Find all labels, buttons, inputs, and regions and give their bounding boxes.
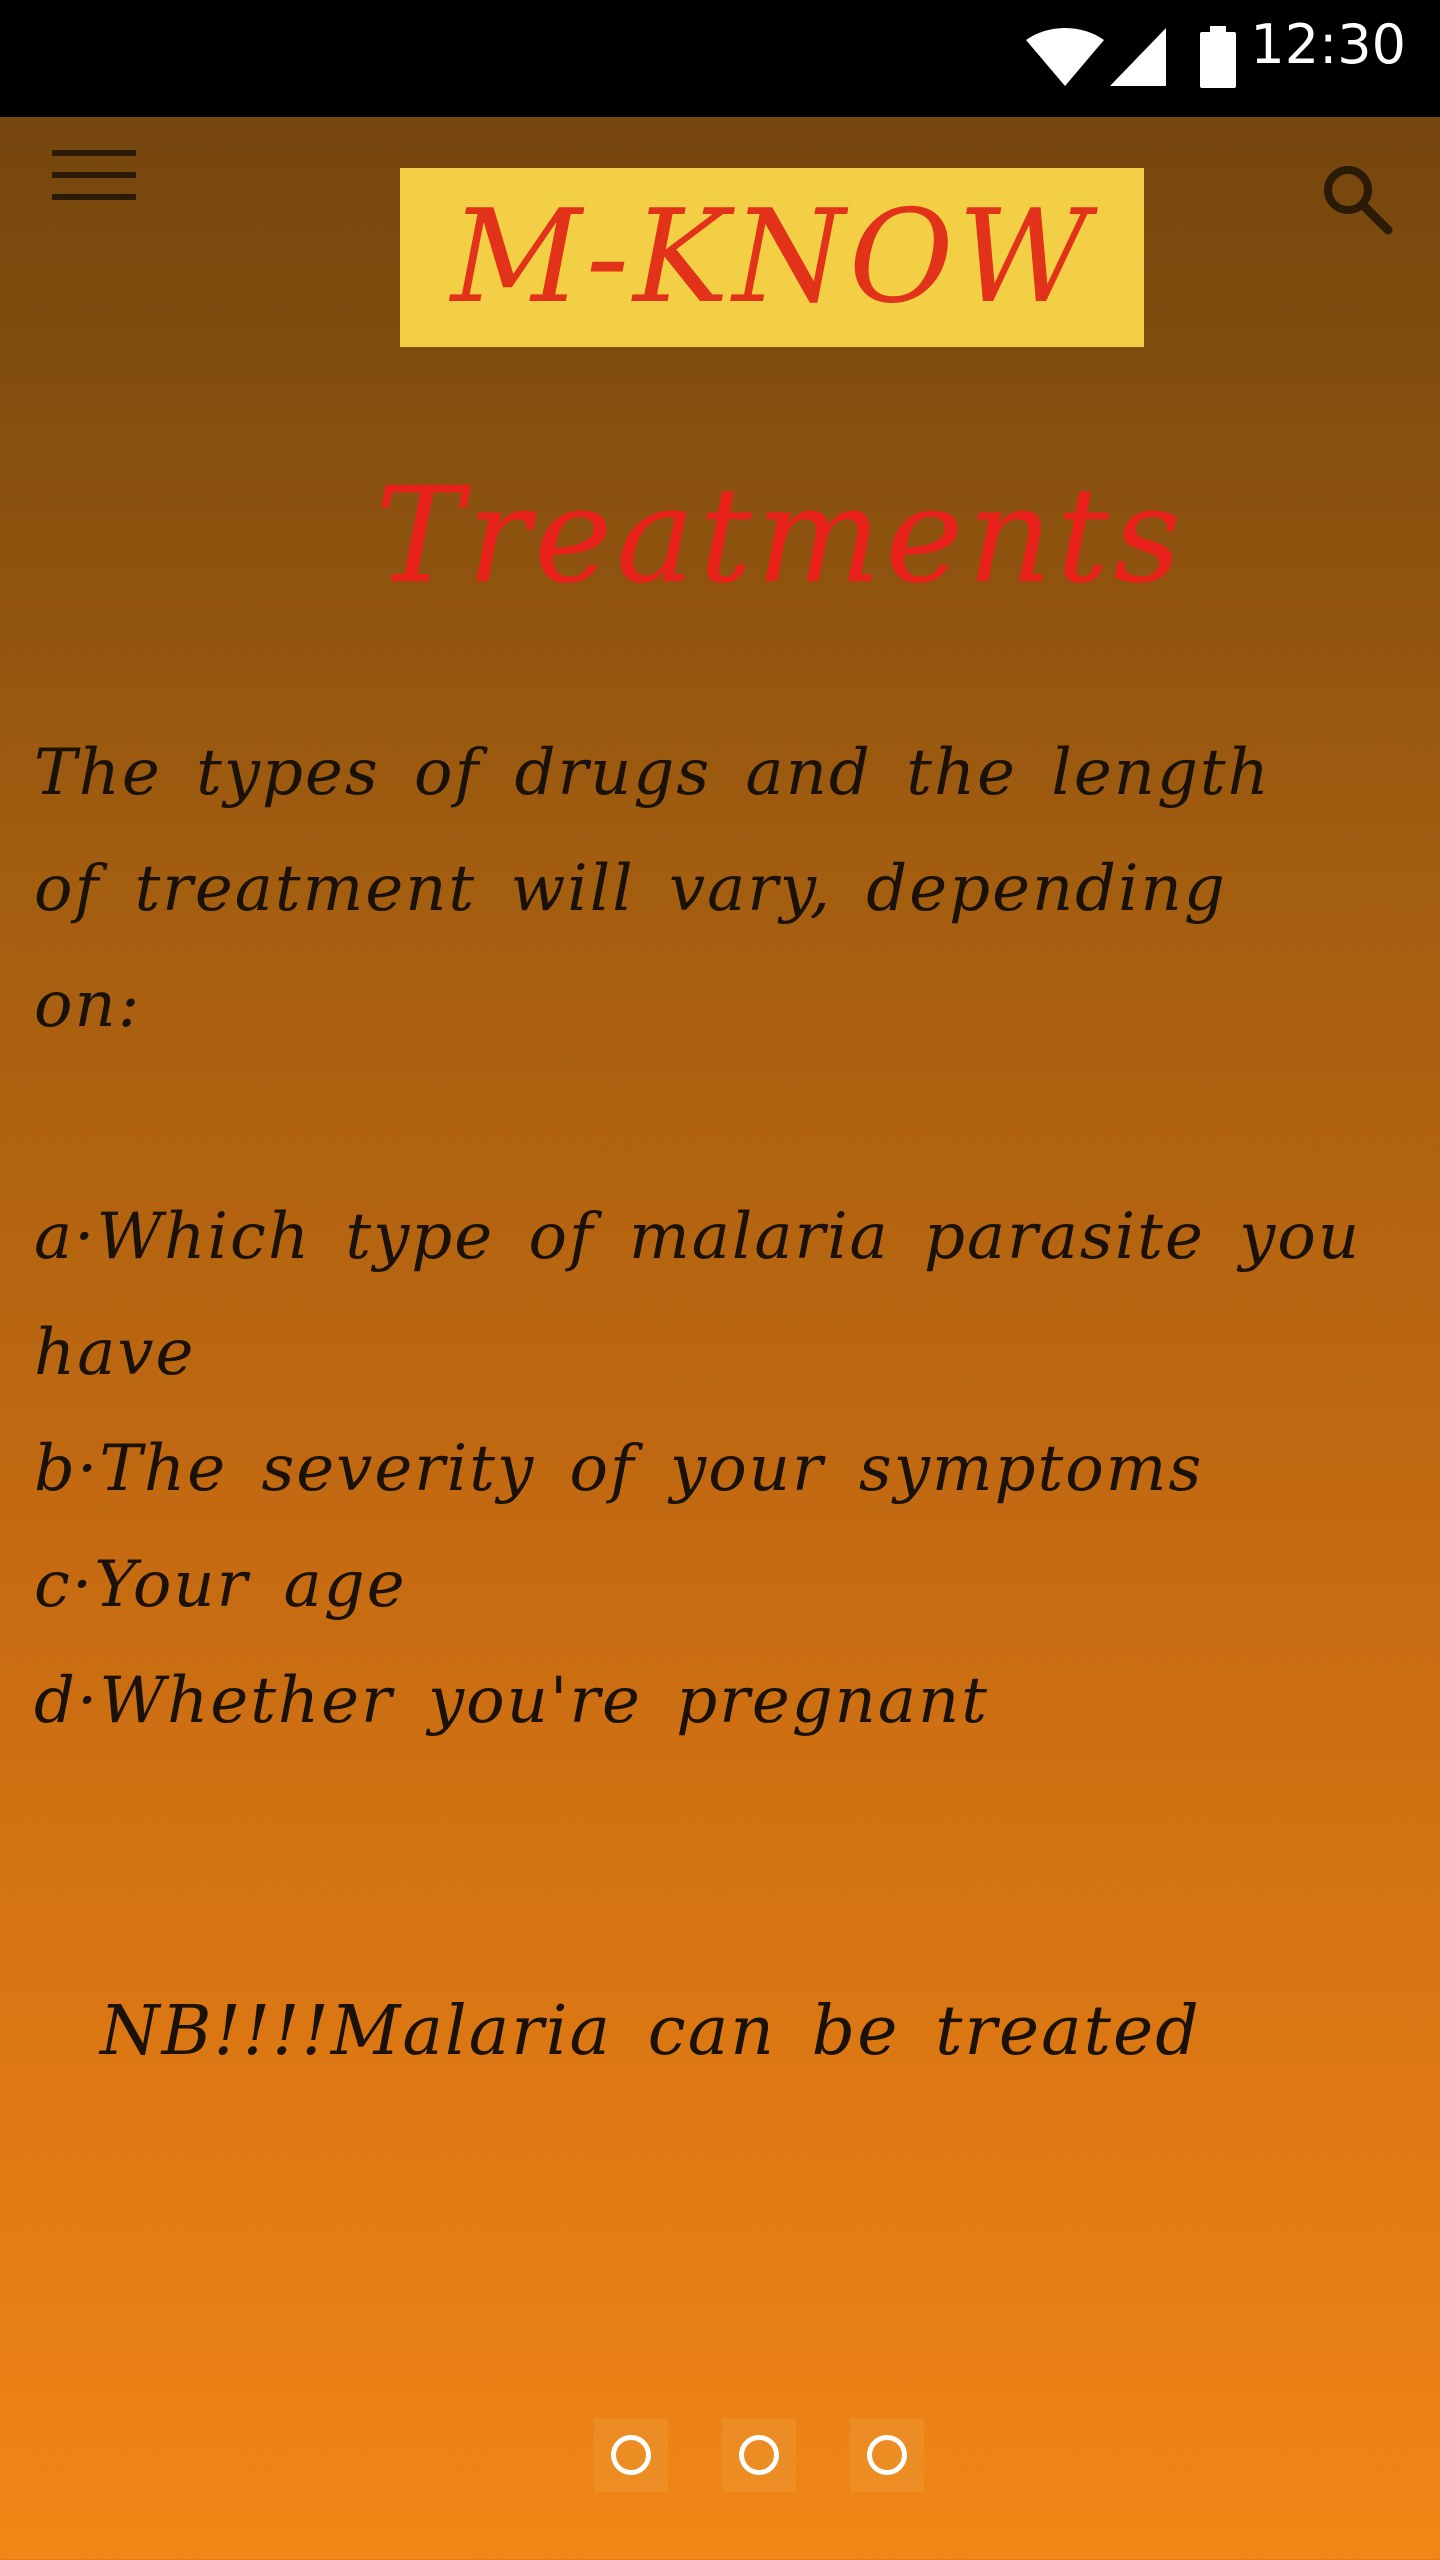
note-text: NB!!!!Malaria can be treated (100, 1992, 1201, 2071)
wifi-icon (1026, 28, 1104, 86)
battery-icon (1200, 26, 1236, 88)
content-body: The types of drugs and the length of tre… (34, 715, 1364, 1759)
list-item: a·Which type of malaria parasite you hav… (34, 1200, 1362, 1390)
list-item: b·The severity of your symptoms (34, 1432, 1204, 1506)
status-time: 12:30 (1250, 13, 1406, 76)
list-item: d·Whether you're pregnant (34, 1664, 989, 1738)
page-dot-3[interactable] (850, 2418, 924, 2492)
search-icon[interactable] (1320, 162, 1394, 236)
intro-text: The types of drugs and the length of tre… (34, 736, 1271, 1042)
app-logo: M-KNOW (400, 168, 1144, 347)
page-dot-2[interactable] (722, 2418, 796, 2492)
page-title: Treatments (374, 459, 1186, 613)
app-logo-text: M-KNOW (450, 182, 1094, 332)
menu-icon[interactable] (52, 150, 136, 200)
list-item: c·Your age (34, 1548, 407, 1622)
status-bar: 12:30 (0, 0, 1440, 117)
signal-icon (1110, 28, 1166, 86)
page-dot-1[interactable] (594, 2418, 668, 2492)
page-indicator (0, 2418, 1440, 2492)
